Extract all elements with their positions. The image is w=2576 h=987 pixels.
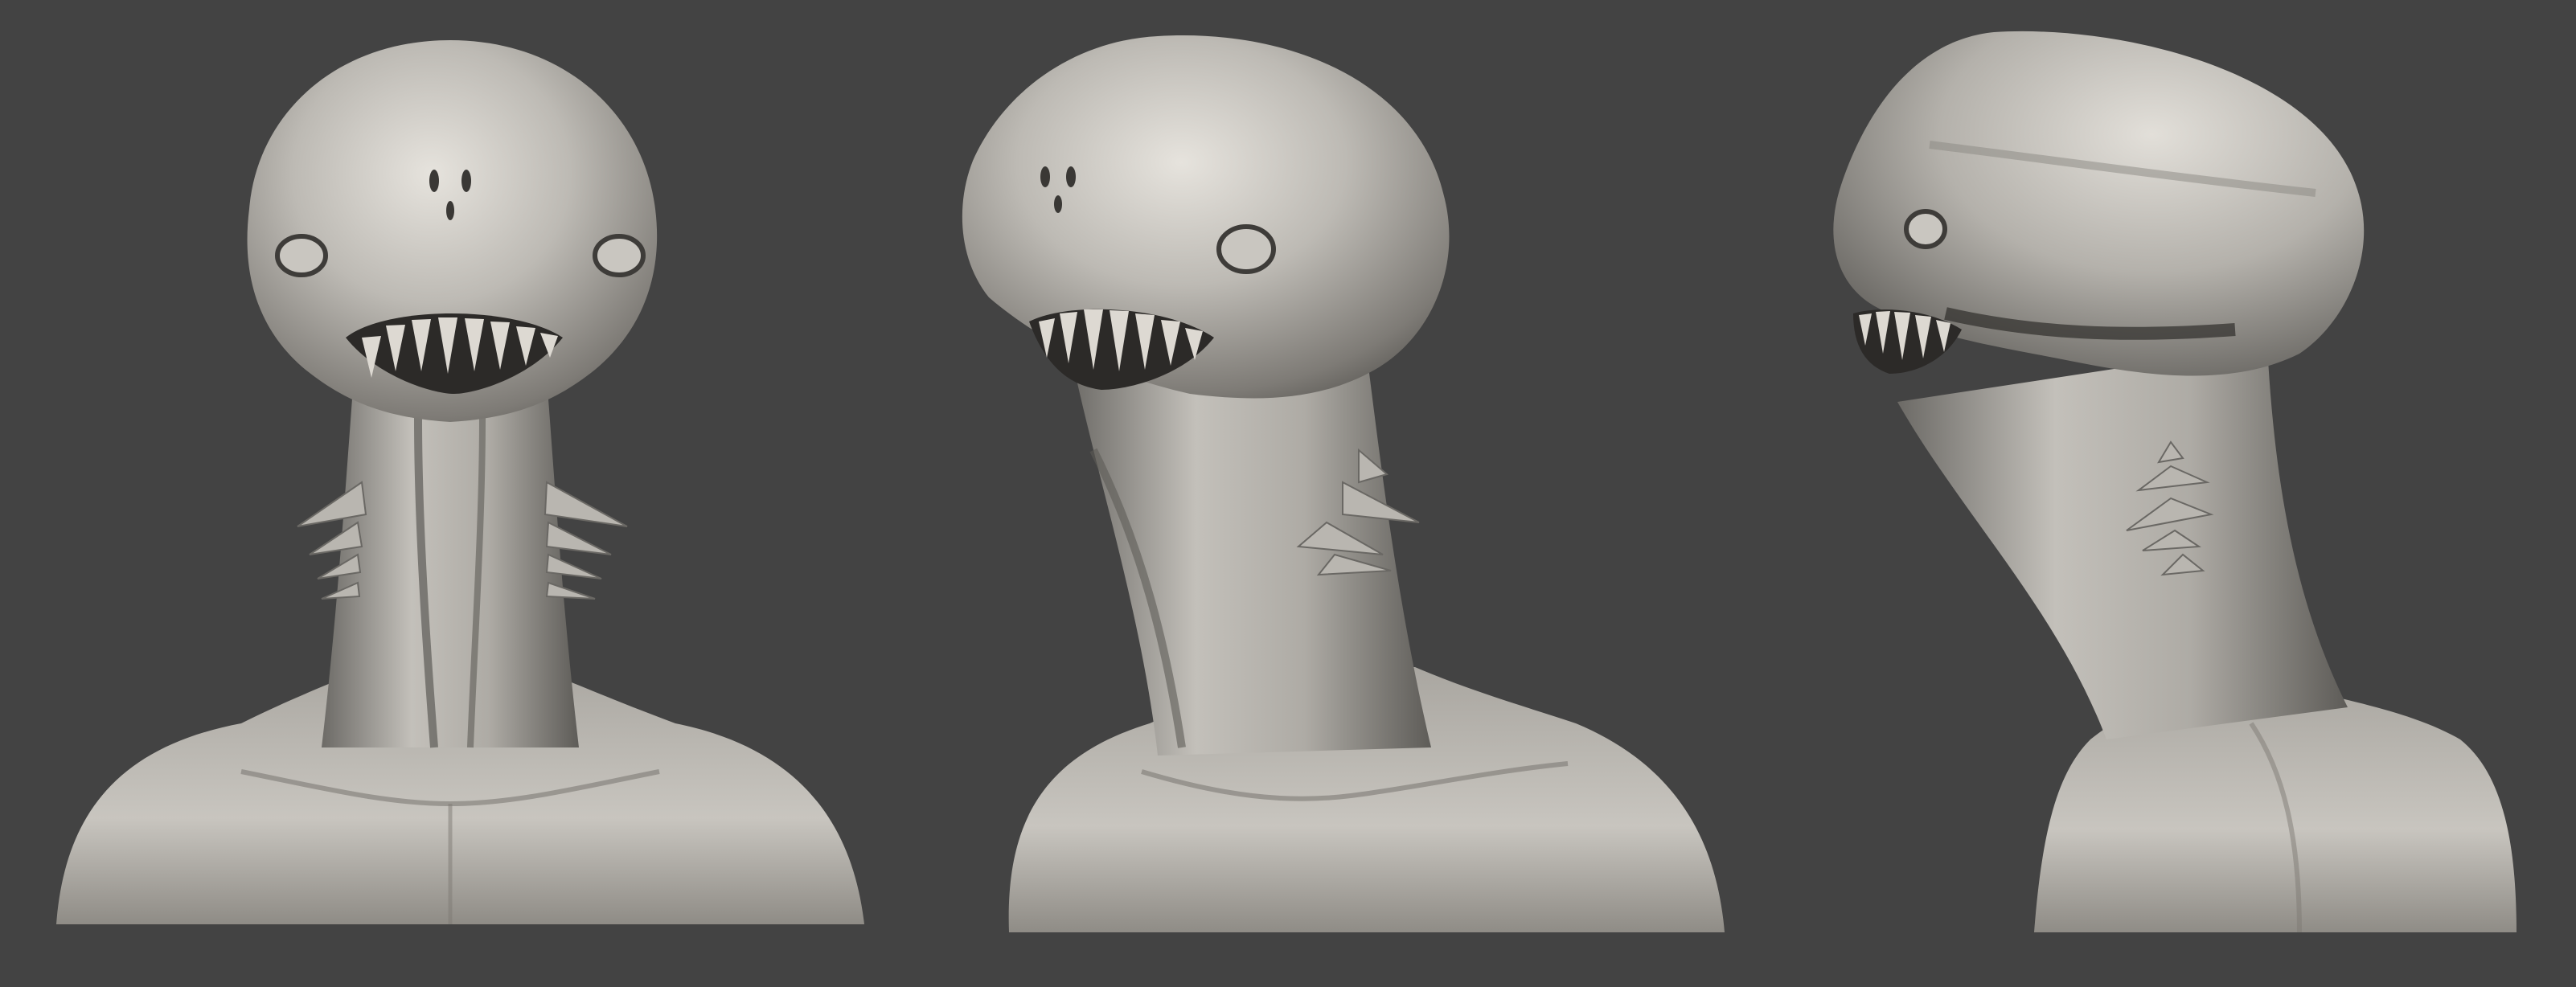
side-eye <box>1904 209 1947 249</box>
tq-eye <box>1216 224 1276 274</box>
sculpt-renders <box>56 31 2517 933</box>
front-eye-left <box>275 234 328 277</box>
side-neck <box>1897 346 2348 739</box>
side-view <box>1833 31 2517 933</box>
front-view <box>56 40 864 924</box>
viewport <box>0 0 2576 987</box>
front-neck <box>322 378 579 747</box>
three-quarter-view <box>962 35 1725 932</box>
front-eye-right <box>593 234 646 277</box>
